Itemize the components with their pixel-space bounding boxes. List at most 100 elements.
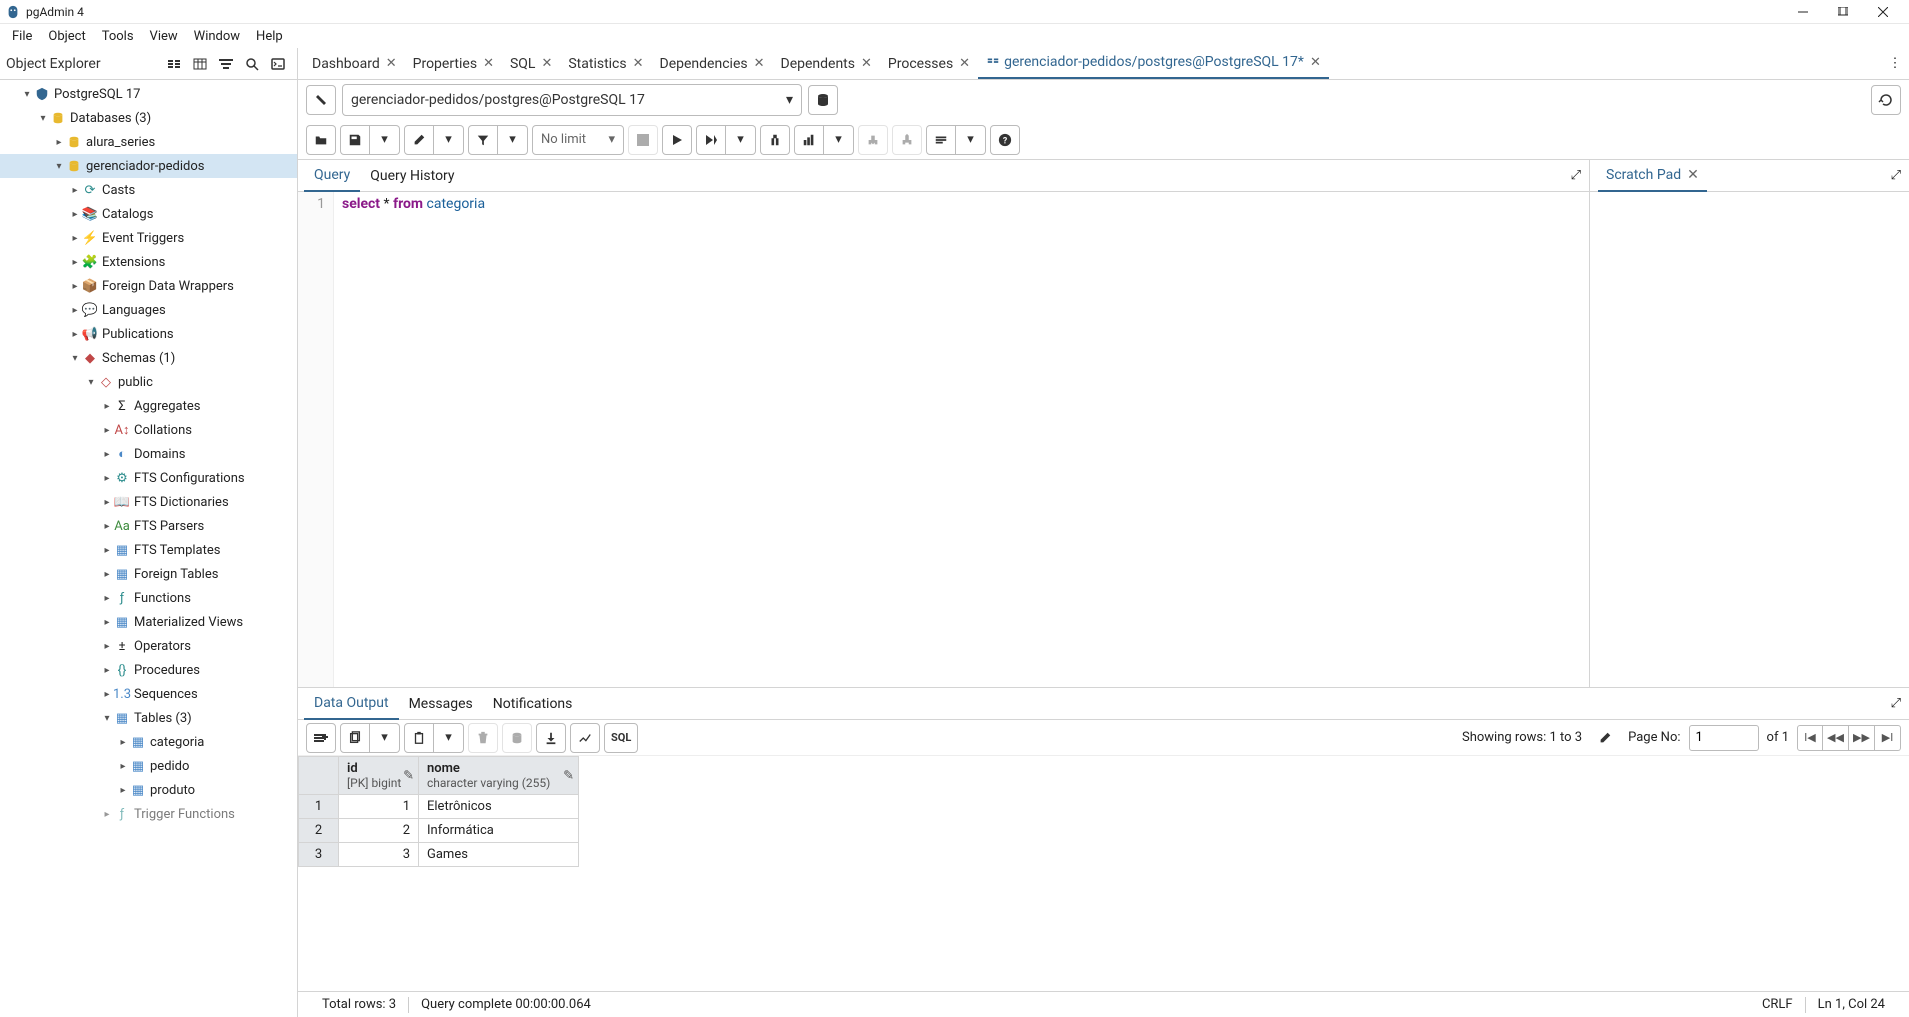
macros-dropdown[interactable]: ▾ [956,125,986,155]
stop-button[interactable] [628,125,658,155]
menu-object[interactable]: Object [40,27,93,46]
macros-button[interactable] [926,125,956,155]
menu-view[interactable]: View [142,27,186,46]
tree-languages[interactable]: ▸💬Languages [0,298,297,322]
execute-button[interactable] [662,125,692,155]
tab-notifications[interactable]: Notifications [483,688,583,720]
close-icon[interactable]: ✕ [633,56,644,71]
download-button[interactable] [536,723,566,753]
first-page-button[interactable]: I◀ [1797,725,1823,751]
tree-collations[interactable]: ▸A↕Collations [0,418,297,442]
sql-code[interactable]: select * from categoria [334,192,1589,687]
status-crlf[interactable]: CRLF [1750,997,1805,1012]
table-row[interactable]: 2 2 Informática [299,819,579,843]
tree-aggregates[interactable]: ▸ΣAggregates [0,394,297,418]
tree-fts-parsers[interactable]: ▸AaFTS Parsers [0,514,297,538]
tree-procedures[interactable]: ▸{}Procedures [0,658,297,682]
save-file-button[interactable] [340,125,370,155]
tree-db-alura[interactable]: ▸alura_series [0,130,297,154]
tab-processes[interactable]: Processes✕ [880,48,978,80]
explain-button[interactable] [760,125,790,155]
corner-cell[interactable] [299,757,339,795]
tab-query-history[interactable]: Query History [360,160,464,192]
next-page-button[interactable]: ▶▶ [1849,725,1875,751]
execute-script-button[interactable] [696,125,726,155]
tree-extensions[interactable]: ▸🧩Extensions [0,250,297,274]
tree-sequences[interactable]: ▸1.3Sequences [0,682,297,706]
col-header-nome[interactable]: nome character varying (255) ✎ [419,757,579,795]
tree-trigger-fn[interactable]: ▸ƒTrigger Functions [0,802,297,826]
view-data-icon[interactable] [187,51,213,77]
paste-dropdown[interactable]: ▾ [434,723,464,753]
tab-statistics[interactable]: Statistics✕ [560,48,651,80]
last-page-button[interactable]: ▶I [1875,725,1901,751]
tree-table-pedido[interactable]: ▸▦pedido [0,754,297,778]
tree-table-produto[interactable]: ▸▦produto [0,778,297,802]
tab-messages[interactable]: Messages [399,688,483,720]
tree[interactable]: ▾PostgreSQL 17 ▾Databases (3) ▸alura_ser… [0,80,297,1017]
tab-dependents[interactable]: Dependents✕ [773,48,880,80]
tree-catalogs[interactable]: ▸📚Catalogs [0,202,297,226]
close-icon[interactable]: ✕ [483,56,494,71]
tab-data-output[interactable]: Data Output [304,688,399,720]
col-header-id[interactable]: id [PK] bigint ✎ [339,757,419,795]
table-row[interactable]: 3 3 Games [299,843,579,867]
open-file-button[interactable] [306,125,336,155]
sql-editor[interactable]: 1 select * from categoria [298,192,1589,687]
new-connection-icon[interactable] [808,85,838,115]
expand-icon[interactable]: ⤢ [1571,168,1581,183]
expand-icon[interactable]: ⤢ [1891,168,1901,183]
close-icon[interactable]: ✕ [1687,167,1699,183]
edit-col-icon[interactable]: ✎ [563,768,574,783]
expand-icon[interactable]: ⤢ [1891,696,1901,711]
minimize-button[interactable] [1783,0,1823,24]
search-icon[interactable] [239,51,265,77]
tab-query-tool[interactable]: gerenciador-pedidos/postgres@PostgreSQL … [978,48,1329,80]
tree-fts-dict[interactable]: ▸📖FTS Dictionaries [0,490,297,514]
sql-button[interactable]: SQL [604,723,638,753]
tab-sql[interactable]: SQL✕ [502,48,560,80]
menu-tools[interactable]: Tools [94,27,142,46]
close-icon[interactable]: ✕ [541,56,552,71]
scratch-pad-body[interactable] [1590,192,1909,687]
tab-dependencies[interactable]: Dependencies✕ [652,48,773,80]
tree-fts-conf[interactable]: ▸⚙FTS Configurations [0,466,297,490]
close-icon[interactable]: ✕ [959,56,970,71]
limit-select[interactable]: No limit▾ [532,125,624,155]
tree-schema-public[interactable]: ▾◇public [0,370,297,394]
tree-operators[interactable]: ▸±Operators [0,634,297,658]
table-row[interactable]: 1 1 Eletrônicos [299,795,579,819]
tree-tables[interactable]: ▾▦Tables (3) [0,706,297,730]
commit-button[interactable] [858,125,888,155]
filter-button[interactable] [468,125,498,155]
close-icon[interactable]: ✕ [754,56,765,71]
tree-mat-views[interactable]: ▸▦Materialized Views [0,610,297,634]
add-row-button[interactable] [306,723,336,753]
edit-dropdown[interactable]: ▾ [434,125,464,155]
execute-dropdown[interactable]: ▾ [726,125,756,155]
menu-help[interactable]: Help [248,27,291,46]
tree-casts[interactable]: ▸⟳Casts [0,178,297,202]
tree-databases[interactable]: ▾Databases (3) [0,106,297,130]
tree-foreign-tables[interactable]: ▸▦Foreign Tables [0,562,297,586]
tree-fdw[interactable]: ▸📦Foreign Data Wrappers [0,274,297,298]
tabs-more-icon[interactable]: ⋮ [1881,50,1909,78]
results-grid[interactable]: id [PK] bigint ✎ nome character varying … [298,756,1909,991]
menu-file[interactable]: File [4,27,40,46]
tree-db-gerenciador[interactable]: ▾gerenciador-pedidos [0,154,297,178]
connection-status-icon[interactable] [306,85,336,115]
edit-button[interactable] [404,125,434,155]
tree-publications[interactable]: ▸📢Publications [0,322,297,346]
query-tool-icon[interactable] [161,51,187,77]
paste-button[interactable] [404,723,434,753]
tree-event-triggers[interactable]: ▸⚡Event Triggers [0,226,297,250]
scratch-pad-tab[interactable]: Scratch Pad✕ [1598,160,1707,192]
explain-dropdown[interactable]: ▾ [824,125,854,155]
tab-properties[interactable]: Properties✕ [405,48,502,80]
filter-dropdown[interactable]: ▾ [498,125,528,155]
filter-rows-icon[interactable] [213,51,239,77]
tree-fts-templates[interactable]: ▸▦FTS Templates [0,538,297,562]
close-icon[interactable]: ✕ [861,56,872,71]
tree-domains[interactable]: ▸◐Domains [0,442,297,466]
prev-page-button[interactable]: ◀◀ [1823,725,1849,751]
